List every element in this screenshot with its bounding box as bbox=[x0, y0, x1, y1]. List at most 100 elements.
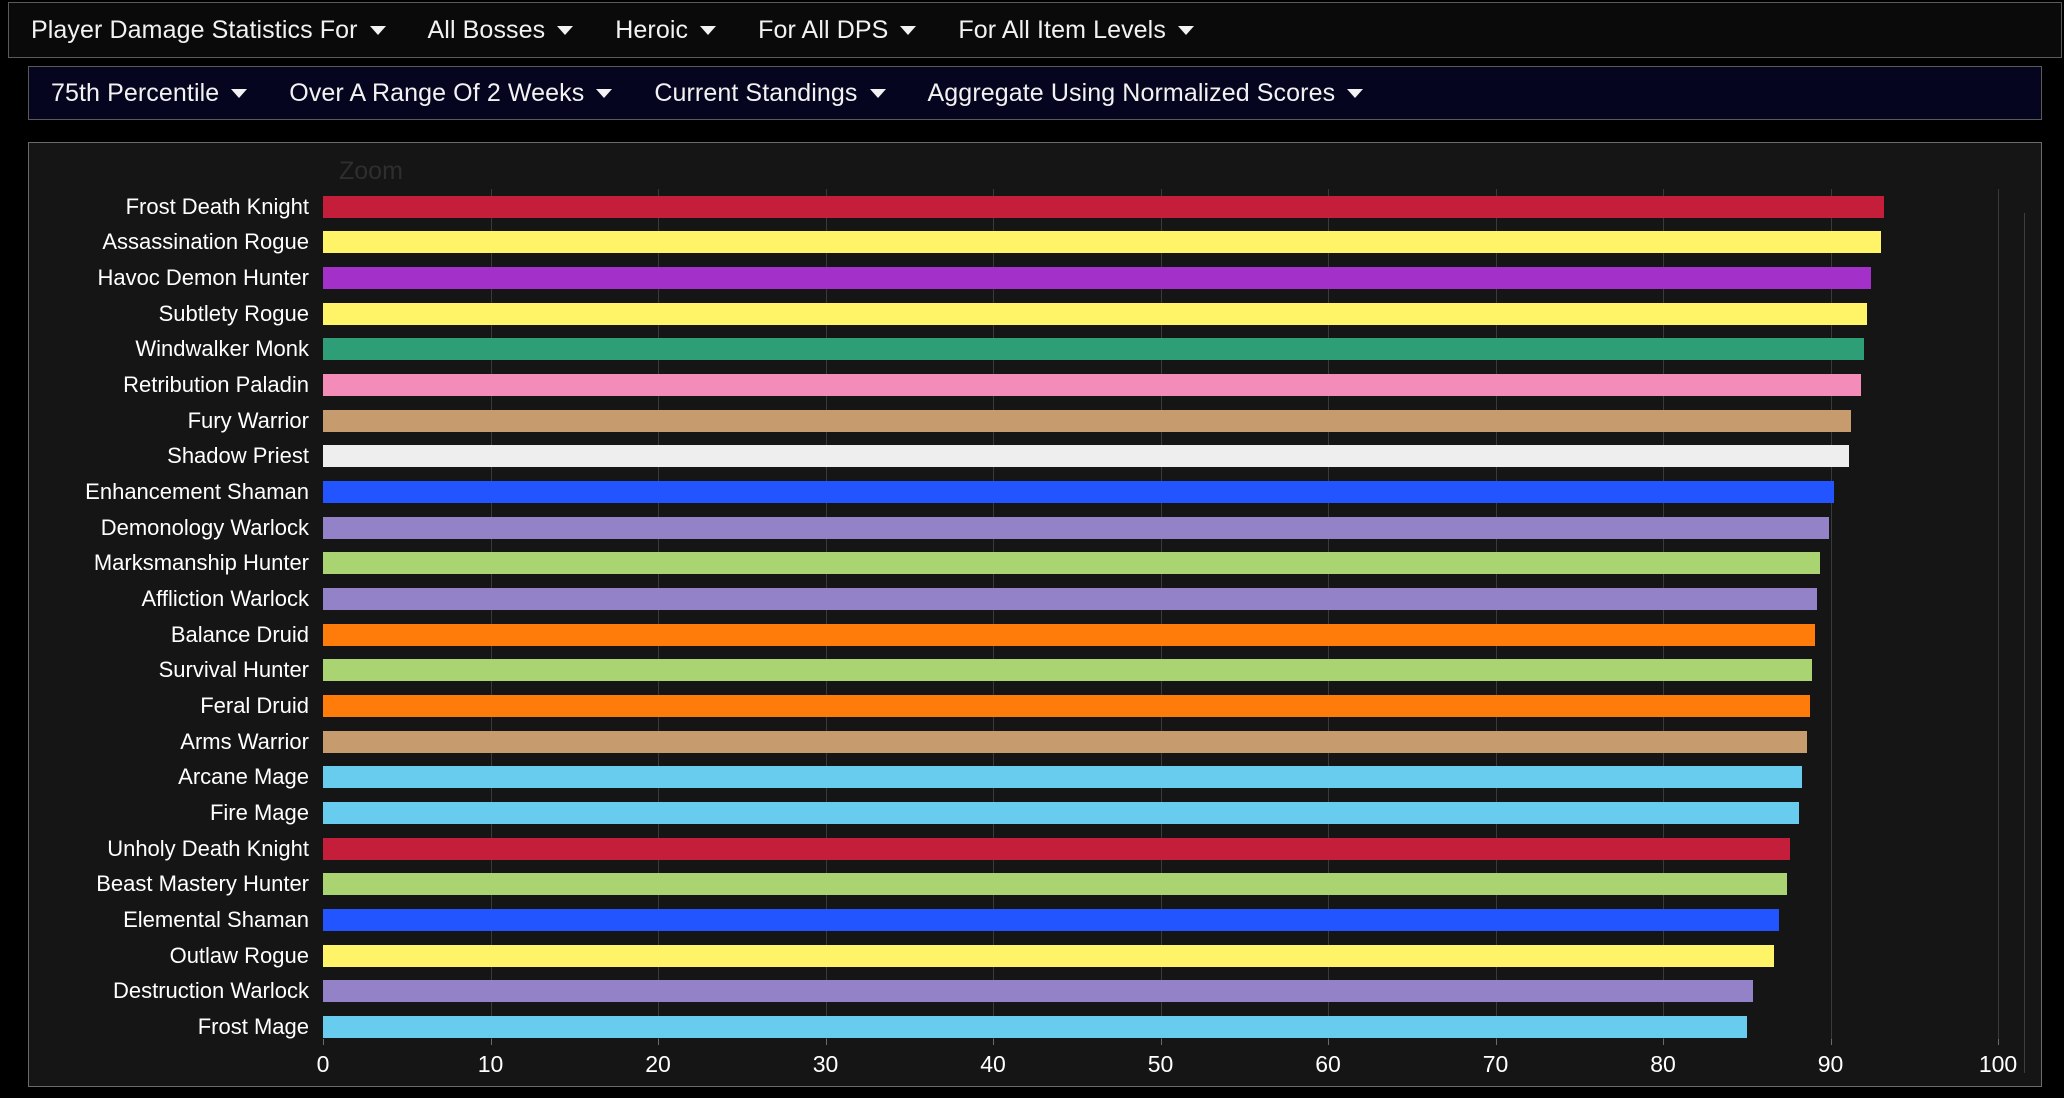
bar-row[interactable]: Feral Druid bbox=[200, 688, 1998, 724]
x-tick-mark bbox=[825, 1039, 827, 1045]
category-label: Windwalker Monk bbox=[135, 336, 309, 362]
bar[interactable] bbox=[323, 338, 1864, 361]
category-label: Survival Hunter bbox=[158, 657, 309, 683]
primary-menu-item-2[interactable]: Heroic bbox=[615, 15, 717, 44]
x-axis: 0 10 20 30 40 50 60 70 80 90 100 bbox=[317, 1039, 2017, 1085]
primary-menu-item-4[interactable]: For All Item Levels bbox=[958, 15, 1194, 44]
bar-row[interactable]: Retribution Paladin bbox=[123, 367, 1998, 403]
x-tick-mark bbox=[490, 1039, 492, 1045]
bar-row[interactable]: Survival Hunter bbox=[159, 653, 1998, 689]
bar-row[interactable]: Affliction Warlock bbox=[142, 581, 1998, 617]
x-tick-label: 90 bbox=[1817, 1051, 1844, 1077]
bar[interactable] bbox=[323, 445, 1849, 468]
x-tick-mark bbox=[658, 1039, 659, 1045]
x-tick-label: 100 bbox=[1978, 1051, 2018, 1077]
x-tick-mark bbox=[1160, 1039, 1162, 1045]
x-tick-mark bbox=[323, 1039, 324, 1045]
category-label: Feral Druid bbox=[200, 693, 309, 719]
bar-row[interactable]: Subtlety Rogue bbox=[159, 296, 1998, 332]
bar-row[interactable]: Marksmanship Hunter bbox=[94, 546, 1998, 582]
bar-row[interactable]: Arcane Mage bbox=[178, 760, 1998, 796]
bar-row[interactable]: Havoc Demon Hunter bbox=[97, 260, 1998, 296]
bar[interactable] bbox=[323, 623, 1816, 646]
primary-menu-item-label: For All DPS bbox=[758, 15, 889, 44]
bar[interactable] bbox=[323, 730, 1808, 753]
x-tick-mark bbox=[993, 1039, 994, 1045]
bar-row[interactable]: Elemental Shaman bbox=[123, 902, 1998, 938]
plot: Frost Death Knight Assassination Rogue Hav… bbox=[29, 143, 2041, 1086]
x-tick-label: 10 bbox=[477, 1051, 504, 1077]
secondary-menu-item-label: Current Standings bbox=[654, 78, 858, 107]
category-label: Havoc Demon Hunter bbox=[97, 265, 309, 291]
bar[interactable] bbox=[323, 231, 1881, 254]
bar-row[interactable]: Unholy Death Knight bbox=[107, 831, 1998, 867]
category-label: Affliction Warlock bbox=[141, 586, 310, 612]
chart-panel: Zoom Frost Death Knight Assassination Rog… bbox=[28, 142, 2042, 1087]
bar[interactable] bbox=[323, 980, 1754, 1003]
primary-menu-item-1[interactable]: All Bosses bbox=[427, 15, 574, 44]
plot-area: Frost Death Knight Assassination Rogue Hav… bbox=[85, 189, 1999, 1045]
category-label: Enhancement Shaman bbox=[85, 479, 309, 505]
application-root: Player Damage Statistics For All Bosses He… bbox=[0, 0, 2064, 1098]
category-label: Destruction Warlock bbox=[112, 978, 309, 1004]
x-tick-mark bbox=[1998, 1039, 1999, 1045]
chevron-down-icon bbox=[869, 88, 886, 98]
bar[interactable] bbox=[323, 552, 1821, 575]
secondary-menu-item-1[interactable]: Over A Range Of 2 Weeks bbox=[289, 80, 613, 106]
x-tick-label: 20 bbox=[645, 1051, 671, 1077]
bar-row[interactable]: Assassination Rogue bbox=[102, 225, 1998, 261]
bar[interactable] bbox=[323, 481, 1834, 504]
bar[interactable] bbox=[323, 659, 1813, 682]
bar-row[interactable]: Enhancement Shaman bbox=[85, 474, 1998, 510]
bar[interactable] bbox=[323, 409, 1851, 432]
bar[interactable] bbox=[323, 801, 1799, 824]
category-label: Frost Death Knight bbox=[125, 193, 309, 219]
bar-row[interactable]: Frost Death Knight bbox=[126, 189, 1998, 225]
bar[interactable] bbox=[323, 302, 1868, 325]
category-label: Unholy Death Knight bbox=[107, 835, 309, 861]
primary-menu-item-label: All Bosses bbox=[427, 15, 546, 44]
bar[interactable] bbox=[323, 267, 1871, 290]
x-tick-label: 70 bbox=[1482, 1051, 1509, 1077]
primary-menu-item-label: Heroic bbox=[615, 15, 689, 44]
secondary-filter-toolbar: 75th Percentile Over A Range Of 2 Weeks Cu… bbox=[28, 66, 2042, 120]
bar[interactable] bbox=[323, 766, 1803, 789]
gridline bbox=[1998, 189, 1999, 1045]
bar-row[interactable]: Balance Druid bbox=[171, 617, 1998, 653]
chevron-down-icon bbox=[369, 25, 386, 35]
bar[interactable] bbox=[323, 873, 1787, 896]
primary-menu-item-0[interactable]: Player Damage Statistics For bbox=[31, 17, 386, 43]
x-tick-label: 0 bbox=[316, 1051, 330, 1077]
x-tick-mark bbox=[1830, 1039, 1832, 1045]
secondary-menu-item-0[interactable]: 75th Percentile bbox=[51, 80, 248, 106]
bar[interactable] bbox=[323, 195, 1885, 218]
bar[interactable] bbox=[323, 944, 1774, 967]
bar[interactable] bbox=[323, 837, 1791, 860]
bar-row[interactable]: Demonology Warlock bbox=[101, 510, 1998, 546]
bar-row[interactable]: Arms Warrior bbox=[180, 724, 1998, 760]
bar[interactable] bbox=[323, 1015, 1747, 1038]
category-label: Marksmanship Hunter bbox=[93, 550, 309, 576]
bar-row[interactable]: Outlaw Rogue bbox=[170, 938, 1998, 974]
category-label: Retribution Paladin bbox=[123, 372, 309, 398]
bar[interactable] bbox=[323, 374, 1861, 397]
panel-divider bbox=[2024, 213, 2025, 1073]
bar-row[interactable]: Fury Warrior bbox=[188, 403, 1998, 439]
bar[interactable] bbox=[323, 516, 1829, 539]
bar-row[interactable]: Fire Mage bbox=[210, 795, 1998, 831]
bar-row[interactable]: Windwalker Monk bbox=[135, 332, 1998, 368]
bar-row[interactable]: Beast Mastery Hunter bbox=[96, 866, 1998, 902]
primary-menu-item-3[interactable]: For All DPS bbox=[758, 15, 917, 44]
bar-row[interactable]: Destruction Warlock bbox=[113, 973, 1998, 1009]
bar[interactable] bbox=[323, 588, 1818, 611]
bar-row[interactable]: Shadow Priest bbox=[167, 439, 1998, 475]
bar[interactable] bbox=[323, 908, 1779, 931]
category-label: Arms Warrior bbox=[180, 728, 309, 754]
x-tick-mark bbox=[1663, 1039, 1664, 1045]
chevron-down-icon bbox=[1347, 88, 1364, 98]
secondary-menu-item-2[interactable]: Current Standings bbox=[654, 78, 886, 107]
primary-menu-item-label: For All Item Levels bbox=[958, 15, 1166, 44]
category-label: Elemental Shaman bbox=[123, 906, 309, 932]
secondary-menu-item-3[interactable]: Aggregate Using Normalized Scores bbox=[928, 80, 1364, 106]
bar[interactable] bbox=[323, 695, 1811, 718]
